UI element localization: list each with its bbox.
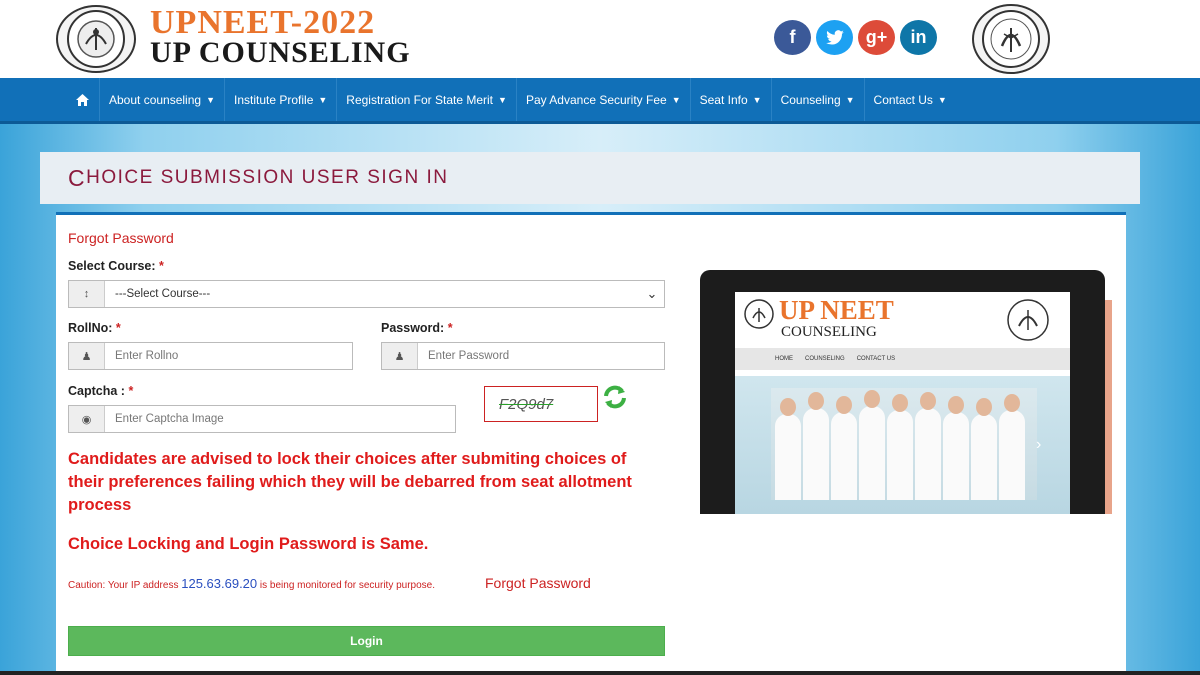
nav-item-counseling[interactable]: Counseling ▼ [772, 78, 865, 121]
page-title: C HOICE SUBMISSION USER SIGN IN [40, 152, 1140, 204]
caret-down-icon: ▼ [498, 94, 507, 105]
nav-item-seat-info[interactable]: Seat Info ▼ [691, 78, 772, 121]
nav-item-pay-fee[interactable]: Pay Advance Security Fee ▼ [517, 78, 691, 121]
nav-item-about[interactable]: About counseling ▼ [100, 78, 225, 121]
google-plus-icon[interactable]: g+ [858, 20, 895, 55]
rollno-label: RollNo: * [68, 321, 121, 335]
captcha-image: F2Q9d7 [484, 386, 598, 422]
nav-item-registration[interactable]: Registration For State Merit ▼ [337, 78, 517, 121]
user-icon: ♟ [382, 343, 418, 369]
doctors-photo: › [735, 376, 1070, 514]
caret-down-icon: ▼ [845, 94, 855, 105]
user-icon: ♟ [69, 343, 105, 369]
page-title-initial: C [68, 164, 87, 191]
password-label: Password: * [381, 321, 453, 335]
eye-icon: ◉ [69, 406, 105, 432]
caret-down-icon: ▼ [937, 94, 947, 105]
sort-icon: ↕ [69, 281, 105, 307]
home-icon[interactable] [66, 78, 100, 121]
captcha-field[interactable]: ◉ Enter Captcha Image [68, 405, 456, 433]
lock-choice-notice: Candidates are advised to lock their cho… [68, 450, 632, 514]
social-links: f g+ in [774, 20, 937, 55]
linkedin-icon[interactable]: in [900, 20, 937, 55]
screen-subtitle: COUNSELING [781, 324, 877, 340]
site-header: UPNEET-2022 UP COUNSELING f g+ in [0, 0, 1200, 78]
caution-suffix: is being monitored for security purpose. [259, 580, 436, 591]
course-select[interactable]: ↕ ---Select Course--- ⌄ [68, 280, 665, 308]
facebook-icon[interactable]: f [774, 20, 811, 55]
password-field[interactable]: ♟ Enter Password [381, 342, 665, 370]
divider [0, 671, 1200, 675]
password-notice: Choice Locking and Login Password is Sam… [68, 535, 429, 553]
course-label: Select Course: * [68, 259, 164, 273]
screen-title: UP NEET [779, 295, 894, 325]
course-select-value: ---Select Course--- [115, 288, 211, 300]
site-title: UPNEET-2022 [150, 4, 376, 41]
up-govt-seal-icon[interactable] [56, 5, 136, 73]
site-subtitle: UP COUNSELING [150, 36, 411, 69]
ip-caution: Caution: Your IP address 125.63.69.20 is… [68, 574, 458, 596]
up-govt-emblem-icon [972, 4, 1050, 74]
twitter-icon[interactable] [816, 20, 853, 55]
login-button[interactable]: Login [68, 626, 665, 656]
chevron-right-icon: › [1036, 436, 1042, 453]
caret-down-icon: ▼ [318, 94, 328, 105]
tablet-screen: UP NEET COUNSELING HOME COUNSELING CONTA… [735, 292, 1070, 514]
caret-down-icon: ▼ [752, 94, 762, 105]
caution-prefix: Caution: Your IP address [68, 580, 179, 591]
rollno-field[interactable]: ♟ Enter Rollno [68, 342, 353, 370]
refresh-icon[interactable] [602, 385, 628, 409]
forgot-password-link-bottom[interactable]: Forgot Password [485, 575, 591, 591]
nav-item-contact[interactable]: Contact Us ▼ [865, 78, 956, 121]
screen-nav: HOME COUNSELING CONTACT US [735, 348, 1070, 370]
seal-icon [744, 299, 774, 329]
caret-down-icon: ▼ [671, 94, 681, 105]
site-brand[interactable]: UPNEET-2022 UP COUNSELING [150, 4, 411, 69]
caret-down-icon: ▼ [206, 94, 215, 105]
forgot-password-link[interactable]: Forgot Password [68, 230, 174, 246]
captcha-label: Captcha : * [68, 384, 134, 398]
ip-address: 125.63.69.20 [181, 576, 258, 591]
page-title-rest: HOICE SUBMISSION USER SIGN IN [86, 167, 449, 188]
password-placeholder: Enter Password [428, 350, 510, 362]
rollno-placeholder: Enter Rollno [115, 350, 179, 362]
emblem-icon [1007, 299, 1049, 341]
main-nav: About counseling ▼ Institute Profile ▼ Reg… [0, 78, 1200, 124]
captcha-placeholder: Enter Captcha Image [115, 413, 224, 425]
nav-item-institute[interactable]: Institute Profile ▼ [225, 78, 338, 121]
chevron-down-icon: ⌄ [646, 286, 658, 301]
